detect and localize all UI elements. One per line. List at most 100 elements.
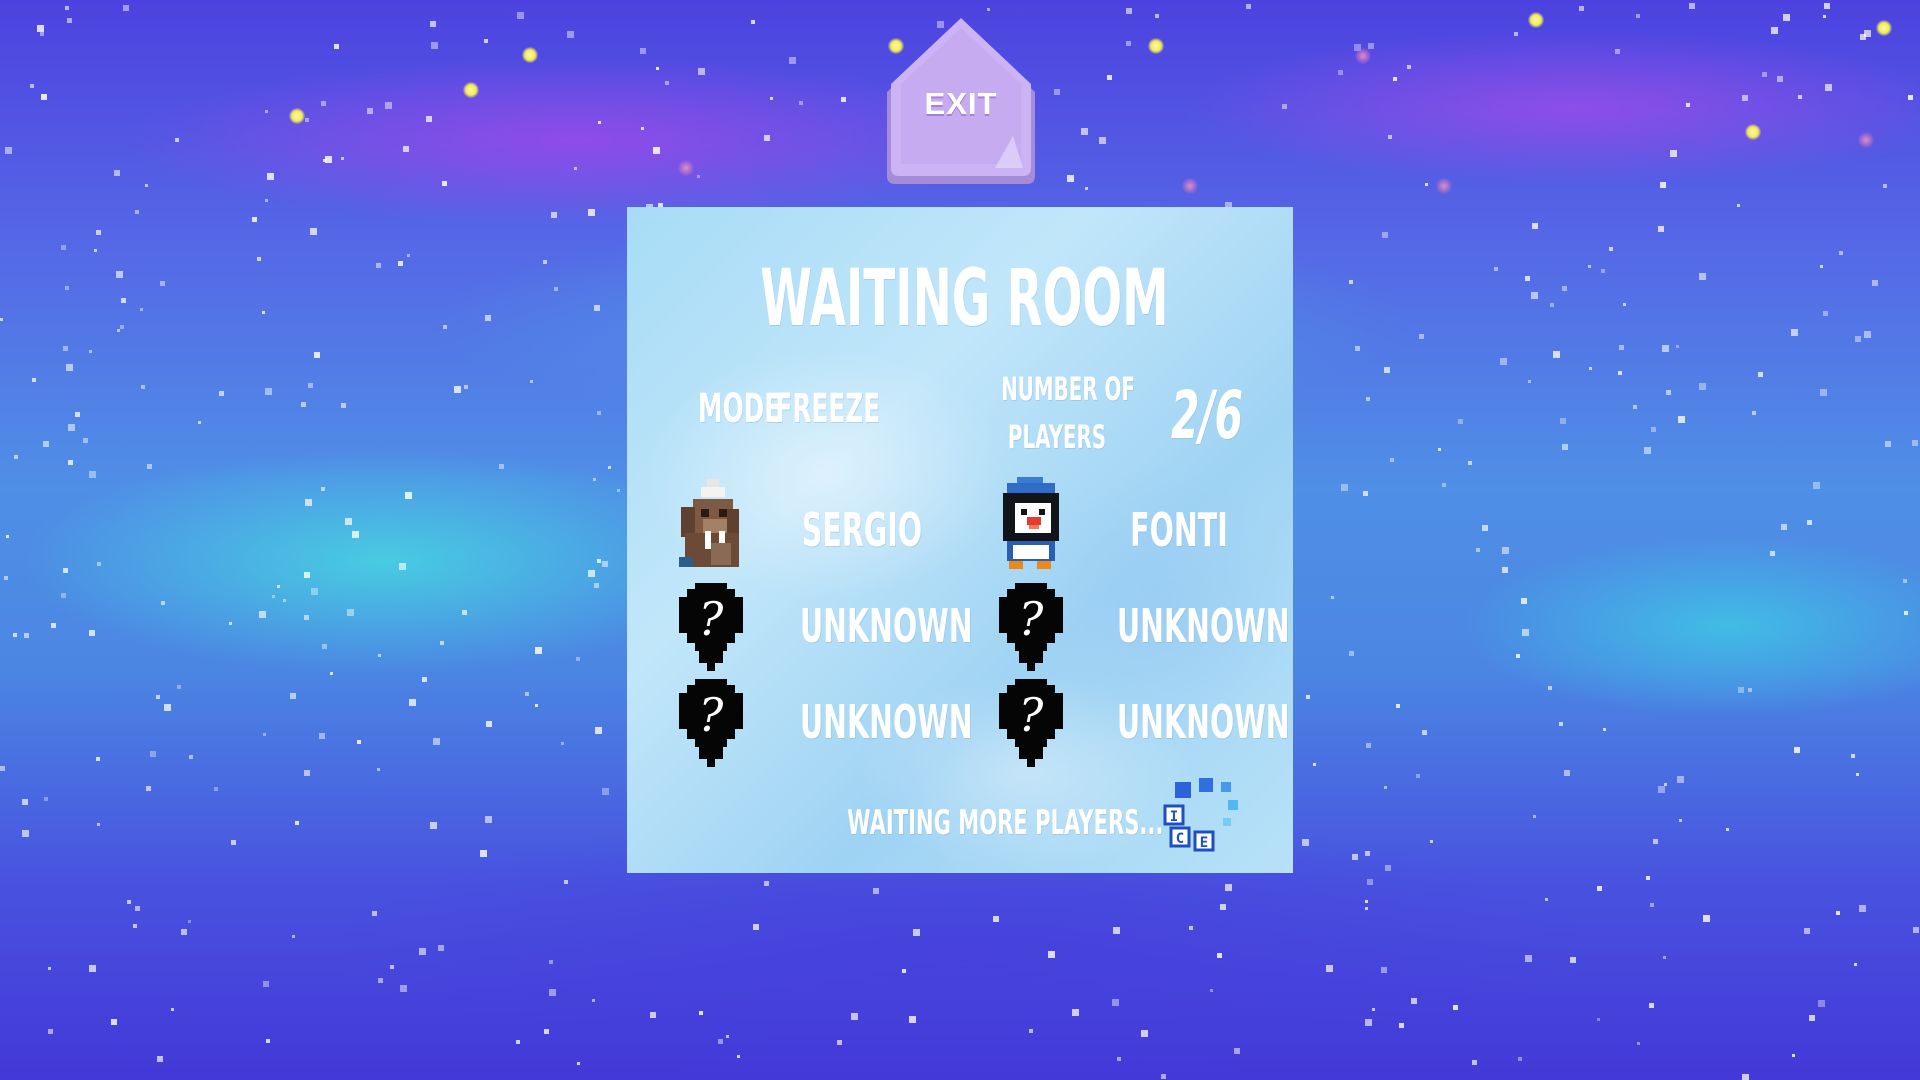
snow-speck [257, 257, 261, 261]
snow-speck [1302, 839, 1309, 846]
snow-speck [1809, 1015, 1815, 1021]
snow-speck [431, 42, 438, 49]
snow-speck [1048, 951, 1055, 958]
snow-speck [1502, 547, 1509, 554]
snow-speck [1072, 1009, 1079, 1016]
snow-speck [653, 147, 660, 154]
snow-speck [665, 81, 669, 85]
snow-speck [595, 727, 602, 734]
snow-speck [525, 692, 529, 696]
snow-speck [1676, 345, 1679, 348]
snow-speck [1396, 704, 1400, 708]
snow-speck [1399, 1023, 1404, 1028]
light-glow-icon [1876, 20, 1892, 36]
snow-speck [89, 630, 95, 636]
unknown-player-icon: ? [999, 583, 1063, 671]
snow-speck [1666, 390, 1671, 395]
snow-speck [1726, 828, 1729, 831]
snow-speck [175, 138, 179, 142]
snow-speck [14, 455, 18, 459]
snow-speck [304, 572, 310, 578]
light-glow-icon [1182, 178, 1198, 194]
snow-speck [1856, 773, 1859, 776]
snow-speck [593, 478, 596, 481]
snow-speck [1416, 774, 1420, 778]
snow-speck [32, 378, 36, 382]
snow-speck [1306, 695, 1310, 699]
snow-speck [263, 733, 266, 736]
snow-speck [549, 960, 553, 964]
snow-speck [426, 116, 432, 122]
snow-speck [1161, 1074, 1166, 1079]
snow-speck [1155, 14, 1159, 18]
snow-speck [551, 212, 557, 218]
snow-speck [304, 615, 309, 620]
walrus-icon [679, 479, 739, 567]
snow-speck [265, 110, 268, 113]
snow-speck [1908, 95, 1913, 100]
snow-speck [1112, 999, 1119, 1006]
snow-speck [37, 25, 44, 32]
snow-speck [1381, 967, 1387, 973]
snow-speck [430, 21, 436, 27]
snow-speck [1601, 269, 1605, 273]
snow-speck [259, 611, 266, 618]
snow-speck [1282, 104, 1287, 109]
snow-speck [594, 305, 600, 311]
snow-speck [325, 156, 332, 163]
snow-speck [1126, 8, 1132, 14]
snow-speck [753, 924, 759, 930]
snow-speck [1553, 351, 1560, 358]
snow-speck [1411, 998, 1417, 1004]
snow-speck [156, 695, 160, 699]
snow-speck [89, 471, 96, 478]
snow-speck [189, 755, 193, 759]
snow-speck [567, 31, 574, 38]
light-glow-icon [1436, 178, 1452, 194]
snow-speck [1189, 926, 1193, 930]
snow-speck [1366, 397, 1370, 401]
mode-value: FREEZE [775, 386, 881, 432]
snow-speck [1651, 427, 1656, 432]
snow-speck [1658, 226, 1664, 232]
exit-label: EXIT [924, 86, 998, 121]
snow-speck [376, 263, 381, 268]
snow-speck [993, 916, 999, 922]
snow-speck [1650, 903, 1654, 907]
snow-speck [1633, 405, 1637, 409]
exit-button[interactable]: EXIT [883, 18, 1039, 188]
snow-speck [1430, 840, 1433, 843]
snow-speck [1807, 520, 1812, 525]
snow-speck [1752, 411, 1756, 415]
players-count: 2/6 [1171, 377, 1243, 454]
snow-speck [398, 261, 403, 266]
snow-speck [1141, 1030, 1148, 1037]
snow-speck [1679, 819, 1682, 822]
snow-speck [310, 228, 317, 235]
snow-speck [321, 101, 326, 106]
mode-label: MODE [697, 386, 782, 432]
snow-speck [1390, 458, 1394, 462]
snow-speck [1385, 865, 1391, 871]
snow-speck [576, 657, 580, 661]
snow-speck [851, 1013, 858, 1020]
snow-speck [1384, 367, 1390, 373]
snow-speck [1476, 548, 1480, 552]
snow-speck [1393, 77, 1397, 81]
snow-speck [357, 740, 361, 744]
snow-speck [588, 570, 595, 577]
loader-letter-c: C [1176, 831, 1184, 847]
snow-speck [1748, 688, 1752, 692]
snow-speck [602, 561, 608, 567]
player-name: UNKNOWN [1117, 695, 1290, 749]
snow-speck [1365, 851, 1370, 856]
snow-speck [1660, 182, 1666, 188]
snow-speck [120, 325, 124, 329]
snow-speck [1352, 854, 1358, 860]
snow-speck [1438, 448, 1441, 451]
snow-speck [799, 101, 803, 105]
snow-speck [308, 383, 313, 388]
snow-speck [305, 118, 309, 122]
snow-speck [1904, 611, 1908, 615]
snow-speck [770, 97, 773, 100]
